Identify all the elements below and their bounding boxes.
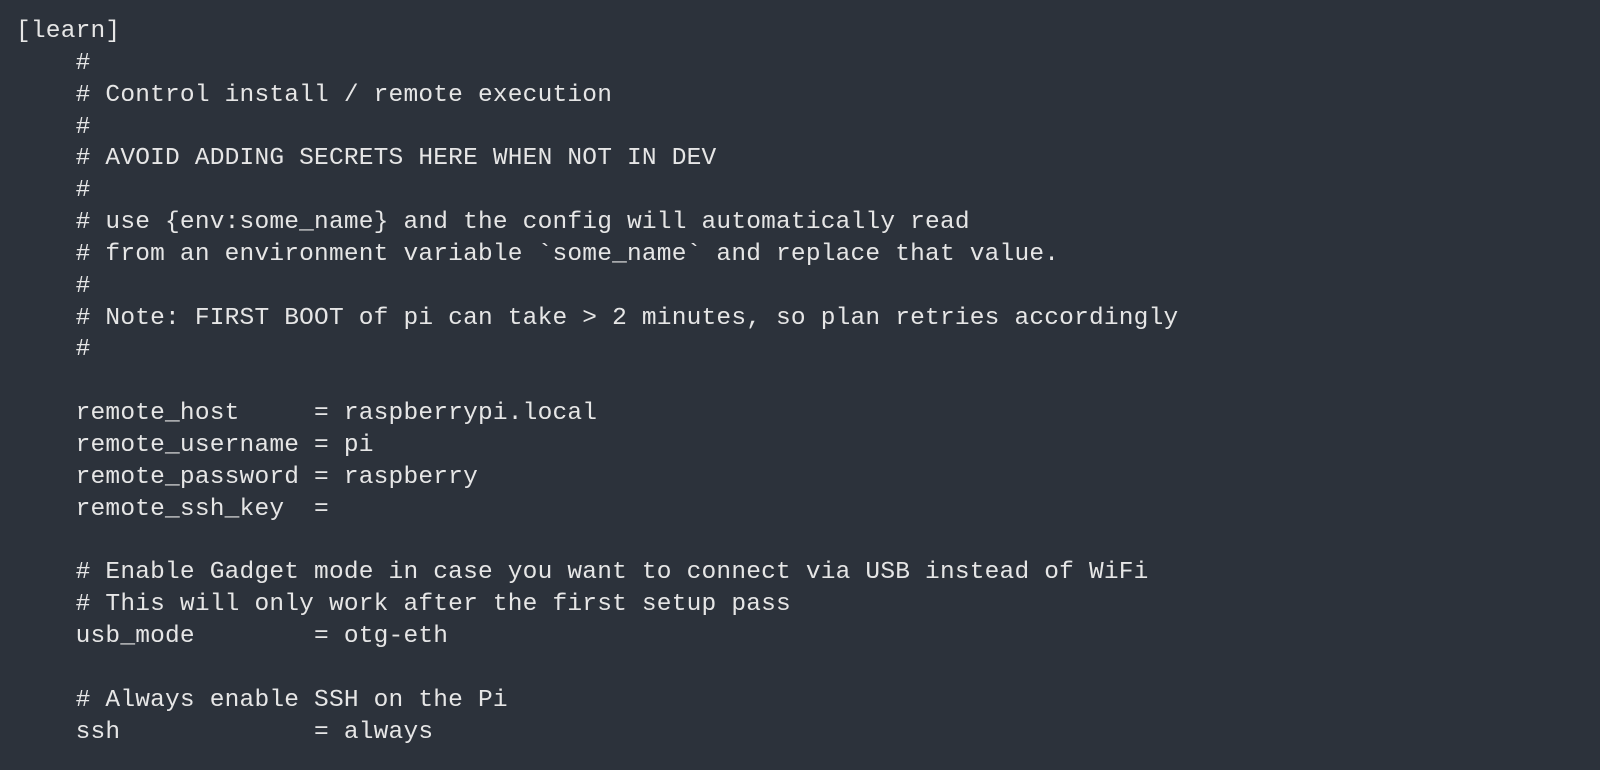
config-code-block: [learn] # # Control install / remote exe… — [0, 0, 1600, 764]
